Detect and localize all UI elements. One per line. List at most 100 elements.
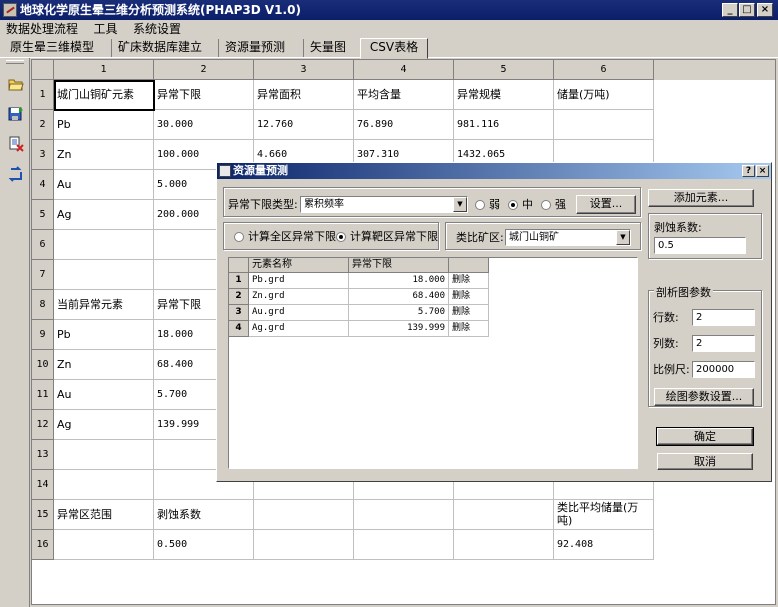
row-header[interactable]: 2 [32,110,54,140]
add-element-button[interactable]: 添加元素... [648,189,754,207]
row-header[interactable]: 1 [32,80,54,110]
erosion-field[interactable]: 0.5 [654,237,746,254]
column-header[interactable]: 1 [54,60,154,80]
sheet-cell[interactable]: Zn [54,350,154,380]
row-header[interactable]: 10 [32,350,54,380]
row-header[interactable]: 4 [32,170,54,200]
sheet-cell[interactable] [54,470,154,500]
sheet-cell[interactable]: 30.000 [154,110,254,140]
sheet-cell[interactable] [54,530,154,560]
menu-data-processing[interactable]: 数据处理流程 [0,20,84,38]
row-header[interactable]: 12 [32,410,54,440]
sheet-cell[interactable]: Pb [54,110,154,140]
help-button[interactable]: ? [742,165,755,177]
refresh-arrow-icon[interactable] [8,166,24,182]
sheet-cell[interactable] [54,260,154,290]
menu-tools[interactable]: 工具 [88,20,124,38]
element-name-cell[interactable]: Ag.grd [249,321,349,337]
sheet-cell[interactable] [354,530,454,560]
table-column-header[interactable]: 元素名称 [249,258,349,273]
table-row-header[interactable]: 2 [229,289,249,305]
row-header[interactable]: 3 [32,140,54,170]
row-header[interactable]: 5 [32,200,54,230]
sheet-cell[interactable]: 76.890 [354,110,454,140]
row-header[interactable]: 7 [32,260,54,290]
row-header[interactable]: 13 [32,440,54,470]
threshold-value-cell[interactable]: 68.400 [349,289,449,305]
row-header[interactable]: 8 [32,290,54,320]
row-header[interactable]: 14 [32,470,54,500]
sheet-cell[interactable]: 储量(万吨) [554,80,654,110]
grid-corner[interactable] [32,60,54,80]
chevron-down-icon[interactable]: ▼ [453,197,467,212]
element-threshold-table[interactable]: 元素名称 异常下限 1 Pb.grd 18.000 删除 2 Zn.grd 68.400 删除 3 A… [228,257,638,469]
column-header[interactable]: 5 [454,60,554,80]
cols-field[interactable]: 2 [692,335,755,352]
sheet-cell[interactable]: 0.500 [154,530,254,560]
sheet-cell[interactable]: 异常区范围 [54,500,154,530]
cancel-button[interactable]: 取消 [657,453,753,470]
threshold-value-cell[interactable]: 139.999 [349,321,449,337]
delete-row-link[interactable]: 删除 [449,305,489,321]
menu-system-settings[interactable]: 系统设置 [127,20,187,38]
sheet-cell[interactable]: 92.408 [554,530,654,560]
scale-field[interactable]: 200000 [692,361,755,378]
toolbar-grip[interactable] [6,60,24,64]
column-header[interactable]: 4 [354,60,454,80]
element-name-cell[interactable]: Zn.grd [249,289,349,305]
analog-deposit-select[interactable]: 城门山铜矿 ▼ [505,229,631,246]
sheet-cell[interactable]: 剥蚀系数 [154,500,254,530]
tab-deposit-database[interactable]: 矿床数据库建立 [111,39,208,57]
sheet-cell[interactable]: Ag [54,410,154,440]
delete-row-link[interactable]: 删除 [449,321,489,337]
save-icon[interactable] [8,106,24,122]
table-row-header[interactable]: 1 [229,273,249,289]
sheet-cell[interactable]: Zn [54,140,154,170]
tab-vector-map[interactable]: 矢量图 [303,39,352,57]
settings-button[interactable]: 设置... [576,195,636,214]
sheet-cell[interactable] [254,530,354,560]
sheet-cell[interactable] [554,110,654,140]
sheet-cell[interactable]: Ag [54,200,154,230]
tab-3d-model[interactable]: 原生晕三维模型 [4,39,100,57]
rows-field[interactable]: 2 [692,309,755,326]
maximize-button[interactable]: □ [739,3,755,17]
delete-row-link[interactable]: 删除 [449,273,489,289]
column-header[interactable]: 3 [254,60,354,80]
sheet-cell[interactable]: Au [54,380,154,410]
tab-csv-table[interactable]: CSV表格 [360,38,428,59]
ok-button[interactable]: 确定 [656,427,754,446]
sheet-cell[interactable]: 当前异常元素 [54,290,154,320]
table-row-header[interactable]: 3 [229,305,249,321]
sheet-cell[interactable]: 981.116 [454,110,554,140]
sheet-cell[interactable]: 12.760 [254,110,354,140]
radio-weak[interactable] [475,200,485,210]
row-header[interactable]: 9 [32,320,54,350]
column-header[interactable]: 6 [554,60,654,80]
sheet-cell[interactable]: 平均含量 [354,80,454,110]
tab-resource-prediction[interactable]: 资源量预测 [218,39,291,57]
table-column-header[interactable] [449,258,489,273]
sheet-cell[interactable] [254,500,354,530]
element-name-cell[interactable]: Pb.grd [249,273,349,289]
radio-calc-target-area[interactable] [336,232,346,242]
element-name-cell[interactable]: Au.grd [249,305,349,321]
radio-medium[interactable] [508,200,518,210]
table-row-header[interactable]: 4 [229,321,249,337]
minimize-button[interactable]: _ [722,3,738,17]
row-header[interactable]: 16 [32,530,54,560]
delete-row-link[interactable]: 删除 [449,289,489,305]
column-header[interactable]: 2 [154,60,254,80]
delete-file-icon[interactable] [8,136,24,152]
sheet-cell[interactable]: 异常下限 [154,80,254,110]
sheet-cell[interactable]: 类比平均储量(万吨) [554,500,654,530]
row-header[interactable]: 15 [32,500,54,530]
sheet-cell[interactable]: Pb [54,320,154,350]
dialog-close-button[interactable]: × [756,165,769,177]
radio-strong[interactable] [541,200,551,210]
close-button[interactable]: × [757,3,773,17]
row-header[interactable]: 6 [32,230,54,260]
open-folder-icon[interactable] [8,76,24,92]
sheet-cell[interactable] [454,500,554,530]
sheet-cell[interactable] [354,500,454,530]
